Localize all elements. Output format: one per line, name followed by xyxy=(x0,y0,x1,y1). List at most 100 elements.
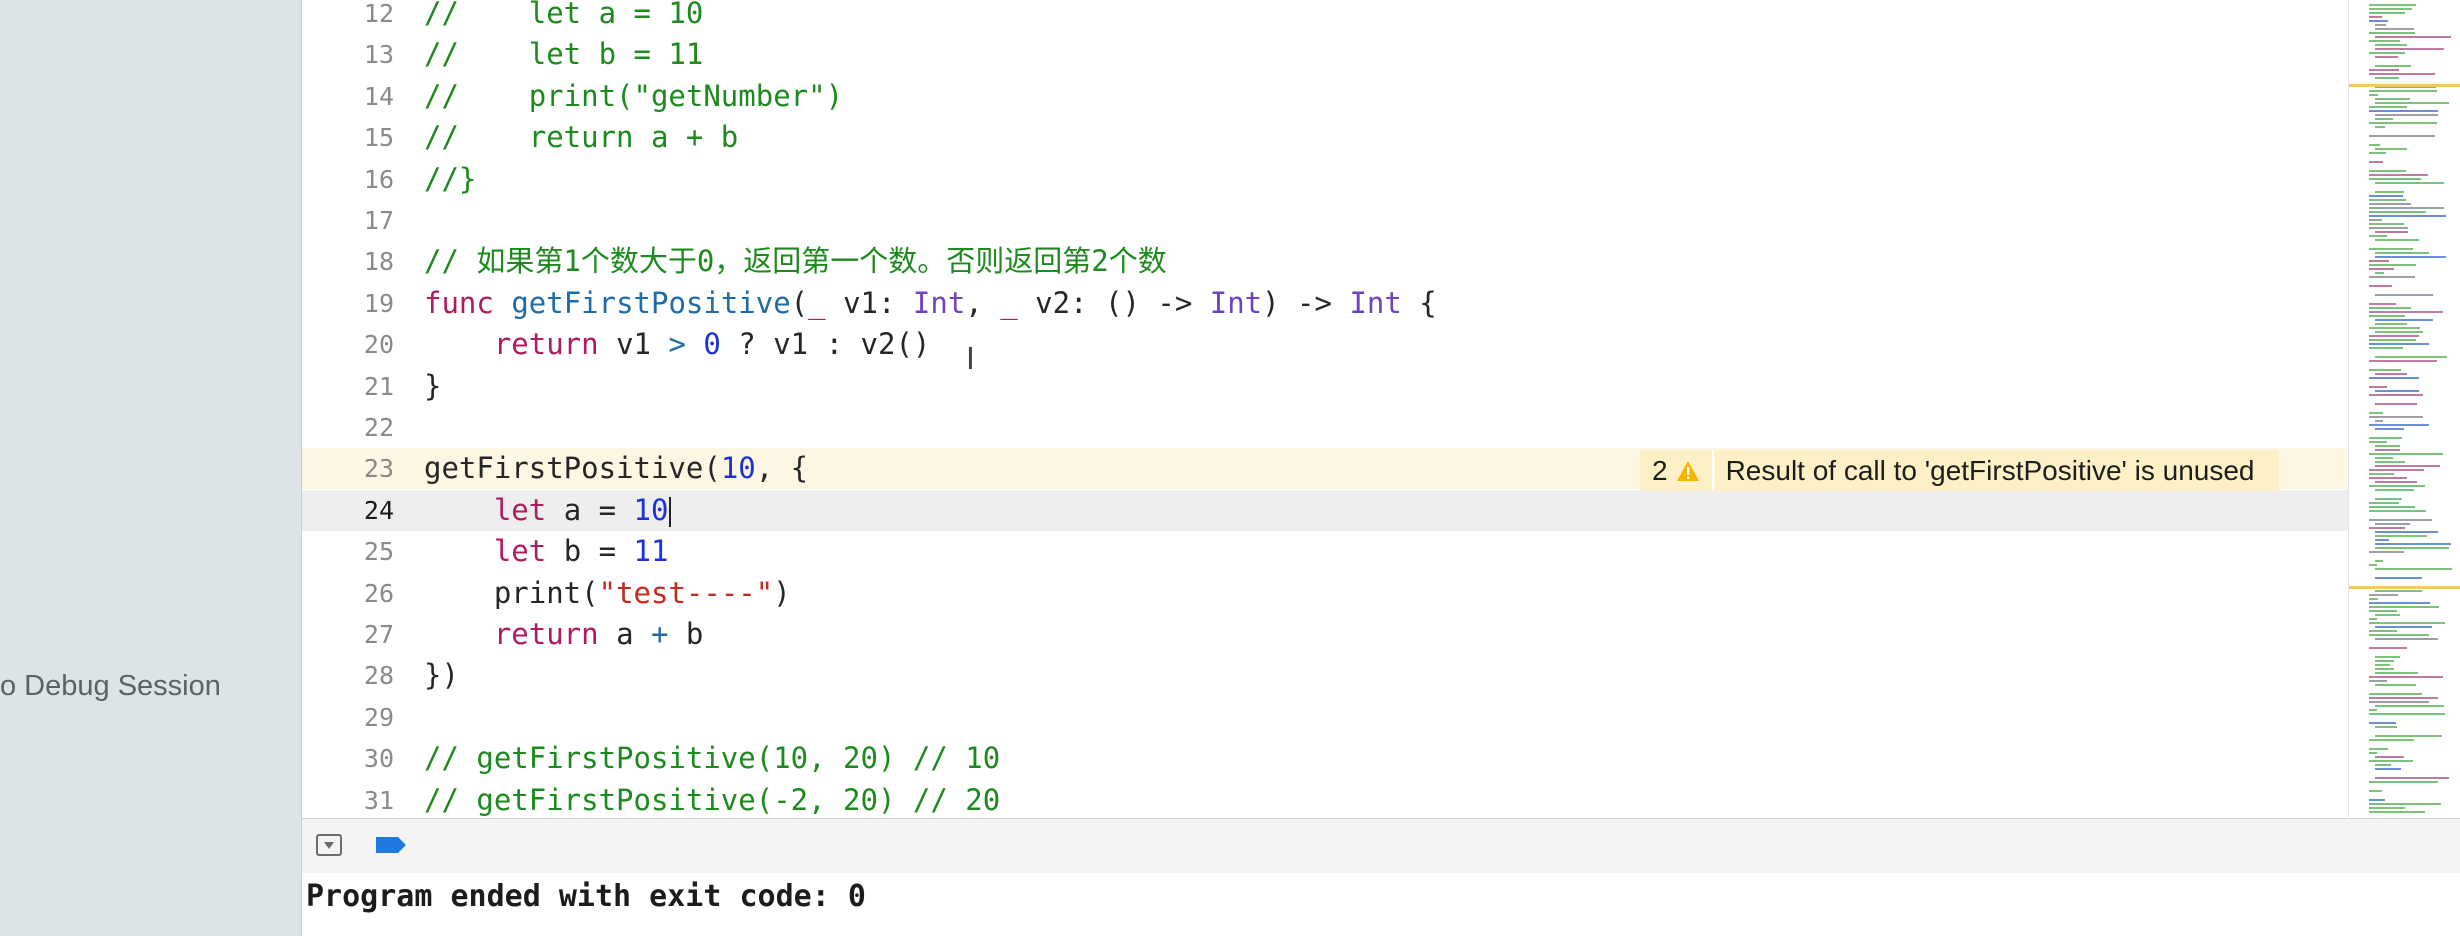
code-token: 10 xyxy=(633,492,669,527)
minimap-stroke xyxy=(2369,343,2429,345)
code-line[interactable]: 17 xyxy=(302,200,2348,241)
minimap-stroke xyxy=(2375,256,2446,258)
warning-annotation[interactable]: 2 Result of call to 'getFirstPositive' i… xyxy=(1640,450,2279,491)
minimap-stroke xyxy=(2375,390,2419,392)
minimap-stroke xyxy=(2369,40,2400,42)
code-text: let b = 11 xyxy=(424,531,669,572)
minimap-stroke xyxy=(2375,28,2414,30)
minimap-stroke xyxy=(2375,498,2402,500)
minimap-stroke xyxy=(2375,660,2394,662)
minimap-stroke xyxy=(2369,174,2428,176)
minimap-stroke xyxy=(2369,618,2377,620)
minimap-stroke xyxy=(2369,195,2403,197)
code-line[interactable]: 31 // getFirstPositive(-2, 20) // 20 xyxy=(302,780,2348,818)
minimap-stroke xyxy=(2369,235,2387,237)
minimap-stroke xyxy=(2369,260,2389,262)
code-token: // print("getNumber") xyxy=(424,78,844,113)
line-number: 28 xyxy=(363,661,394,691)
minimap-stroke xyxy=(2369,161,2383,163)
code-token: // let b = 11 xyxy=(424,37,704,72)
minimap-stroke xyxy=(2369,606,2439,608)
line-number: 18 xyxy=(363,247,394,277)
minimap-stroke xyxy=(2369,219,2382,221)
code-line[interactable]: 14 // print("getNumber") xyxy=(302,76,2348,117)
code-token: // return a + b xyxy=(424,120,739,155)
minimap-stroke xyxy=(2369,594,2398,596)
minimap-stroke xyxy=(2369,760,2413,762)
code-line[interactable]: 24 let a = 10 xyxy=(302,489,2348,531)
code-editor[interactable]: 12 // let a = 10 13 // let b = 11 14 // print… xyxy=(302,0,2348,818)
minimap-stroke xyxy=(2369,701,2429,703)
code-line[interactable]: 25 let b = 11 xyxy=(302,531,2348,572)
code-line[interactable]: 22 xyxy=(302,407,2348,448)
code-line[interactable]: 20 return v1 > 0 ? v1 : v2() xyxy=(302,324,2348,365)
minimap-stroke xyxy=(2369,303,2396,305)
code-line[interactable]: 19 func getFirstPositive(_ v1: Int, _ v2:… xyxy=(302,283,2348,324)
code-token: getFirstPositive xyxy=(511,285,791,320)
code-token: ( xyxy=(790,285,809,320)
code-line[interactable]: 12 // let a = 10 xyxy=(302,0,2348,34)
code-line[interactable]: 28}) xyxy=(302,655,2348,696)
hide-console-button[interactable] xyxy=(316,834,342,856)
minimap-stroke xyxy=(2369,564,2377,566)
minimap-stroke xyxy=(2375,531,2438,533)
code-line[interactable]: 21} xyxy=(302,366,2348,407)
debug-session-label[interactable]: o Debug Session xyxy=(0,670,301,703)
code-line[interactable]: 30 // getFirstPositive(10, 20) // 10 xyxy=(302,738,2348,779)
minimap[interactable] xyxy=(2348,0,2460,818)
minimap-stroke xyxy=(2375,638,2438,640)
warning-count-box[interactable]: 2 xyxy=(1640,450,1714,491)
minimap-stroke xyxy=(2369,386,2387,388)
code-token: 10 xyxy=(720,451,756,486)
minimap-stroke xyxy=(2369,519,2432,521)
minimap-stroke xyxy=(2369,170,2406,172)
console-toolbar xyxy=(302,818,2460,874)
minimap-stroke xyxy=(2369,215,2446,217)
code-token: a = xyxy=(563,492,634,527)
minimap-stroke xyxy=(2375,148,2407,150)
hide-console-icon xyxy=(324,842,334,849)
minimap-stroke xyxy=(2369,693,2422,695)
code-token: ? v1 : v2() xyxy=(720,327,931,362)
code-line[interactable]: 26 print("test----") xyxy=(302,573,2348,614)
minimap-stroke xyxy=(2369,248,2413,250)
code-token: return xyxy=(493,327,617,362)
minimap-stroke xyxy=(2369,647,2407,649)
minimap-stroke xyxy=(2369,16,2382,18)
minimap-stroke xyxy=(2369,8,2412,10)
minimap-stroke xyxy=(2369,32,2415,34)
minimap-stroke xyxy=(2375,44,2407,46)
minimap-stroke xyxy=(2369,781,2438,783)
code-text: return v1 > 0 ? v1 : v2() xyxy=(424,324,931,365)
navigator-sidebar: o Debug Session xyxy=(0,0,302,936)
console-output[interactable]: Program ended with exit code: 0 xyxy=(302,873,2460,936)
code-text: // getFirstPositive(-2, 20) // 20 xyxy=(424,780,1000,818)
code-token: a xyxy=(616,617,651,651)
code-line[interactable]: 29 xyxy=(302,697,2348,738)
minimap-stroke xyxy=(2369,441,2387,443)
minimap-stroke xyxy=(2375,547,2449,549)
breakpoint-icon[interactable] xyxy=(374,835,408,855)
minimap-stroke xyxy=(2369,416,2423,418)
code-line[interactable]: 13 // let b = 11 xyxy=(302,34,2348,75)
minimap-stroke xyxy=(2369,622,2445,624)
minimap-stroke xyxy=(2369,122,2437,124)
line-number: 17 xyxy=(363,206,394,235)
code-token: Int xyxy=(1349,285,1402,320)
code-text: print("test----") xyxy=(424,573,791,614)
code-line[interactable]: 27 return a + b xyxy=(302,614,2348,655)
code-line[interactable]: 15 // return a + b xyxy=(302,117,2348,158)
minimap-stroke xyxy=(2375,36,2451,38)
minimap-stroke xyxy=(2369,4,2416,6)
minimap-stroke xyxy=(2369,199,2406,201)
minimap-stroke xyxy=(2369,311,2443,313)
minimap-stroke xyxy=(2369,790,2382,792)
minimap-stroke xyxy=(2369,469,2424,471)
code-token: // getFirstPositive(10, 20) // 10 xyxy=(424,741,1001,776)
minimap-stroke xyxy=(2369,52,2405,54)
code-line[interactable]: 18 // 如果第1个数大于0，返回第一个数。否则返回第2个数 xyxy=(302,241,2348,282)
minimap-stroke xyxy=(2369,178,2421,180)
code-token: Int xyxy=(1209,285,1263,320)
code-line[interactable]: 16 //} xyxy=(302,159,2348,200)
